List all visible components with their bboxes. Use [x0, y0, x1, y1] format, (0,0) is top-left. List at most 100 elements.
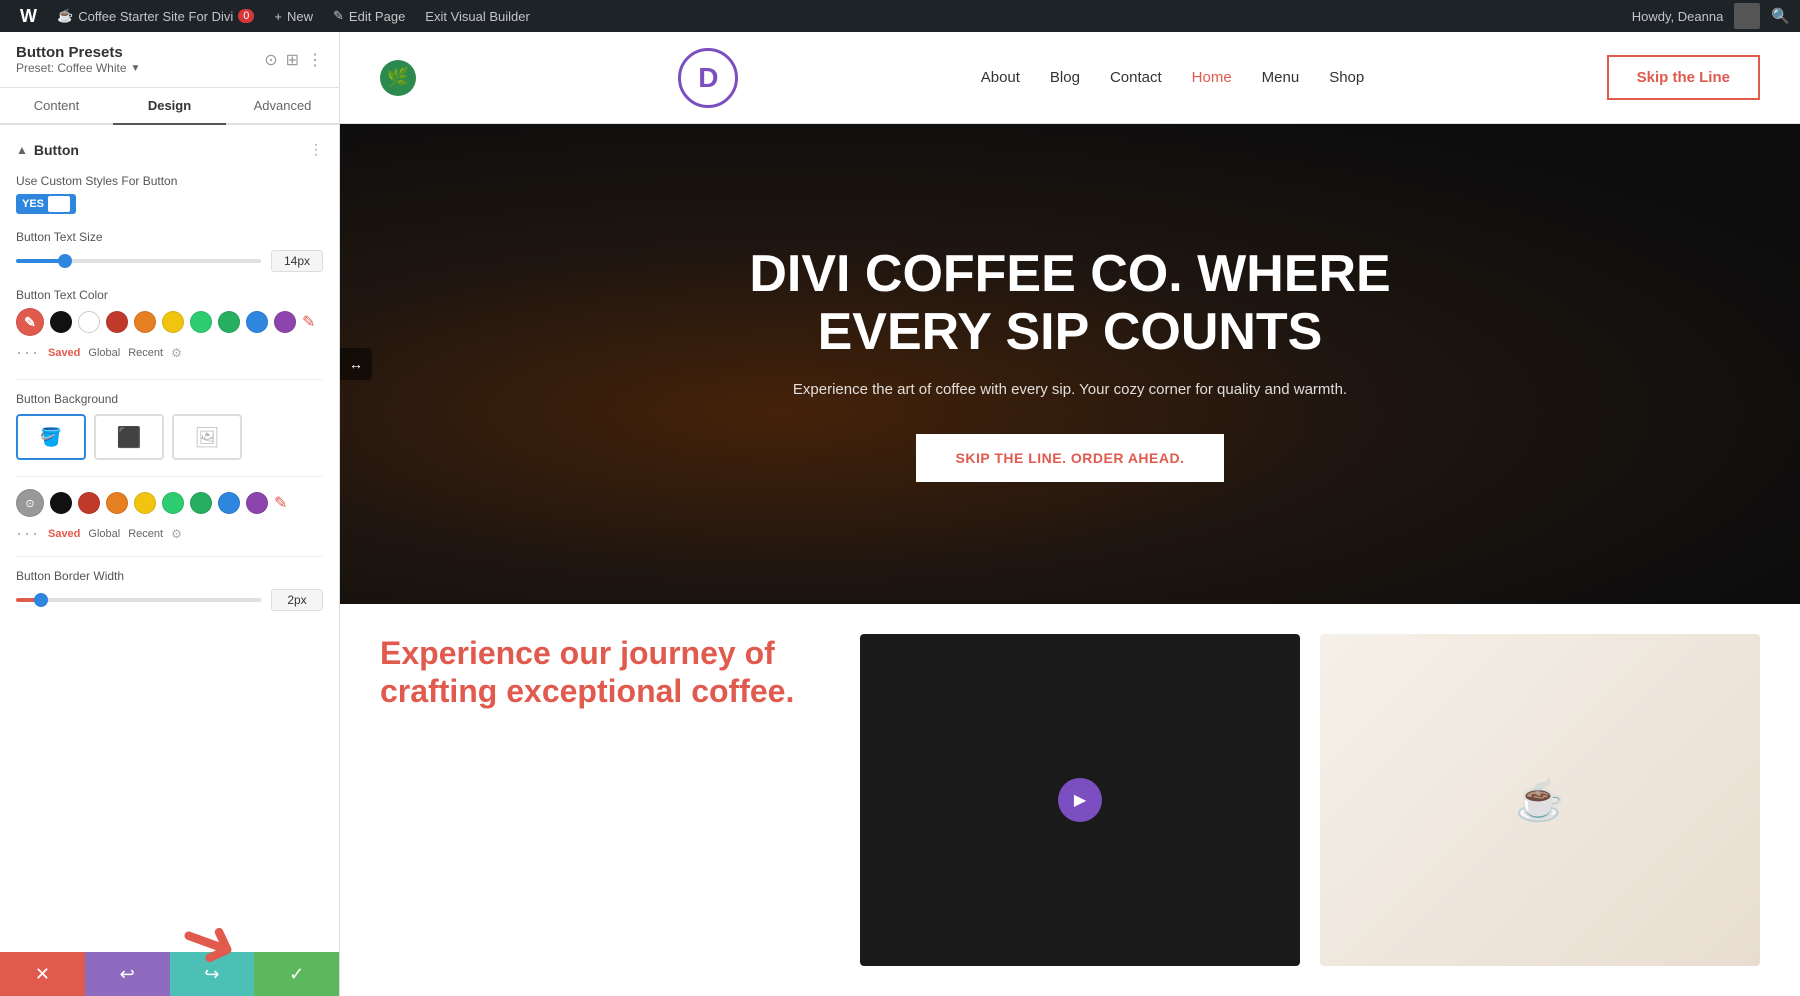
- nav-blog[interactable]: Blog: [1050, 69, 1080, 86]
- columns-icon[interactable]: ⊞: [286, 50, 299, 70]
- hero-cta-button[interactable]: Skip The Line. Order Ahead.: [916, 434, 1225, 482]
- global-label[interactable]: Global: [88, 347, 120, 359]
- border-recent-label[interactable]: Recent: [128, 528, 163, 540]
- color-settings-icon[interactable]: ⚙: [171, 346, 182, 360]
- custom-styles-toggle[interactable]: YES: [16, 194, 76, 214]
- nav-shop[interactable]: Shop: [1329, 69, 1364, 86]
- border-swatch-red[interactable]: [78, 492, 100, 514]
- divider-1: [16, 379, 323, 380]
- panel-header-left: Button Presets Preset: Coffee White ▼: [16, 44, 140, 75]
- recent-label[interactable]: Recent: [128, 347, 163, 359]
- gradient-icon: ⬛: [117, 425, 142, 450]
- nav-contact[interactable]: Contact: [1110, 69, 1162, 86]
- border-swatch-black[interactable]: [50, 492, 72, 514]
- wp-icon: W: [20, 6, 37, 27]
- text-size-slider-track[interactable]: [16, 259, 261, 263]
- redo-button[interactable]: ↪: [170, 952, 255, 996]
- collapse-icon[interactable]: ▲: [16, 143, 28, 157]
- bg-image-option[interactable]: 🖼: [172, 414, 242, 460]
- border-color-meta: ··· Saved Global Recent ⚙: [16, 523, 323, 544]
- tab-advanced[interactable]: Advanced: [226, 88, 339, 125]
- text-color-row: Button Text Color ✎ ✎: [16, 288, 323, 363]
- save-button[interactable]: ✓: [254, 952, 339, 996]
- border-width-slider-thumb[interactable]: [34, 593, 48, 607]
- play-button[interactable]: ▶: [1058, 778, 1102, 822]
- nav-menu[interactable]: Menu: [1262, 69, 1300, 86]
- border-color-swatches: ⊙ ✎: [16, 489, 323, 517]
- site-header: 🌿 D About Blog Contact Home Menu Shop Sk…: [340, 32, 1800, 124]
- border-swatch-orange[interactable]: [106, 492, 128, 514]
- border-width-value[interactable]: 2px: [271, 589, 323, 611]
- color-swatch-darkgreen[interactable]: [218, 311, 240, 333]
- color-swatch-orange[interactable]: [134, 311, 156, 333]
- saved-label[interactable]: Saved: [48, 347, 80, 359]
- panel-content: ▲ Button ⋮ Use Custom Styles For Button …: [0, 125, 339, 952]
- search-icon[interactable]: 🔍: [1771, 7, 1790, 25]
- site-name-item[interactable]: ☕ Coffee Starter Site For Divi 0: [47, 0, 264, 32]
- panel-tabs: Content Design Advanced: [0, 88, 339, 125]
- edit-page-label: Edit Page: [349, 9, 405, 24]
- border-width-label: Button Border Width: [16, 569, 323, 583]
- main-layout: Button Presets Preset: Coffee White ▼ ⊙ …: [0, 32, 1800, 996]
- focus-icon[interactable]: ⊙: [264, 50, 277, 70]
- color-swatch-yellow[interactable]: [162, 311, 184, 333]
- cancel-button[interactable]: ✕: [0, 952, 85, 996]
- color-swatch-green[interactable]: [190, 311, 212, 333]
- panel-header: Button Presets Preset: Coffee White ▼ ⊙ …: [0, 32, 339, 88]
- bg-color-option[interactable]: 🪣: [16, 414, 86, 460]
- color-swatch-blue[interactable]: [246, 311, 268, 333]
- border-swatch-blue[interactable]: [218, 492, 240, 514]
- edit-handle[interactable]: ↔: [340, 348, 372, 380]
- plus-icon: +: [274, 9, 282, 24]
- border-width-slider-container: 2px: [16, 589, 323, 611]
- section-header: ▲ Button ⋮: [16, 141, 323, 158]
- border-pencil-icon[interactable]: ✎: [274, 493, 287, 513]
- border-color-active[interactable]: ⊙: [16, 489, 44, 517]
- dropdown-chevron-icon[interactable]: ▼: [131, 63, 141, 74]
- border-settings-icon[interactable]: ⚙: [171, 527, 182, 541]
- border-global-label[interactable]: Global: [88, 528, 120, 540]
- border-swatch-purple[interactable]: [246, 492, 268, 514]
- save-icon: ✓: [289, 964, 304, 985]
- howdy-label: Howdy, Deanna: [1632, 9, 1724, 24]
- wp-logo-item[interactable]: W: [10, 0, 47, 32]
- border-width-slider-track[interactable]: [16, 598, 261, 602]
- border-swatch-darkgreen[interactable]: [190, 492, 212, 514]
- tab-content[interactable]: Content: [0, 88, 113, 125]
- edit-page-item[interactable]: ✎ Edit Page: [323, 0, 415, 32]
- new-item[interactable]: + New: [264, 0, 323, 32]
- nav-about[interactable]: About: [981, 69, 1020, 86]
- color-swatch-active[interactable]: ✎: [16, 308, 44, 336]
- site-logo: D: [678, 48, 738, 108]
- border-saved-label[interactable]: Saved: [48, 528, 80, 540]
- tab-design[interactable]: Design: [113, 88, 226, 125]
- toggle-knob: [48, 196, 70, 212]
- color-pencil-icon[interactable]: ✎: [302, 312, 315, 332]
- below-hero-title: Experience our journey of crafting excep…: [380, 634, 830, 711]
- site-name-label: Coffee Starter Site For Divi: [78, 9, 233, 24]
- bg-gradient-option[interactable]: ⬛: [94, 414, 164, 460]
- panel-title: Button Presets: [16, 44, 140, 61]
- color-swatch-purple[interactable]: [274, 311, 296, 333]
- undo-button[interactable]: ↩: [85, 952, 170, 996]
- hero-section: ↔ DIVI COFFEE CO. WHERE EVERY SIP COUNTS…: [340, 124, 1800, 604]
- border-dots-icon[interactable]: ···: [16, 523, 40, 544]
- color-swatch-red[interactable]: [106, 311, 128, 333]
- border-swatch-green[interactable]: [162, 492, 184, 514]
- below-hero: Experience our journey of crafting excep…: [340, 604, 1800, 996]
- nav-home[interactable]: Home: [1192, 69, 1232, 86]
- color-dots-icon[interactable]: ···: [16, 342, 40, 363]
- color-swatch-black[interactable]: [50, 311, 72, 333]
- skip-the-line-button[interactable]: Skip the Line: [1607, 55, 1760, 100]
- coffee-icon: ☕: [57, 8, 73, 24]
- section-title: ▲ Button: [16, 142, 79, 158]
- color-swatch-white[interactable]: [78, 311, 100, 333]
- border-color-row: ⊙ ✎ ··· Saved Global Recent: [16, 489, 323, 544]
- text-size-value[interactable]: 14px: [271, 250, 323, 272]
- more-icon[interactable]: ⋮: [307, 50, 323, 70]
- border-swatch-yellow[interactable]: [134, 492, 156, 514]
- section-more-icon[interactable]: ⋮: [309, 141, 323, 158]
- exit-builder-item[interactable]: Exit Visual Builder: [415, 0, 540, 32]
- text-color-swatches: ✎ ✎: [16, 308, 323, 336]
- text-size-slider-thumb[interactable]: [58, 254, 72, 268]
